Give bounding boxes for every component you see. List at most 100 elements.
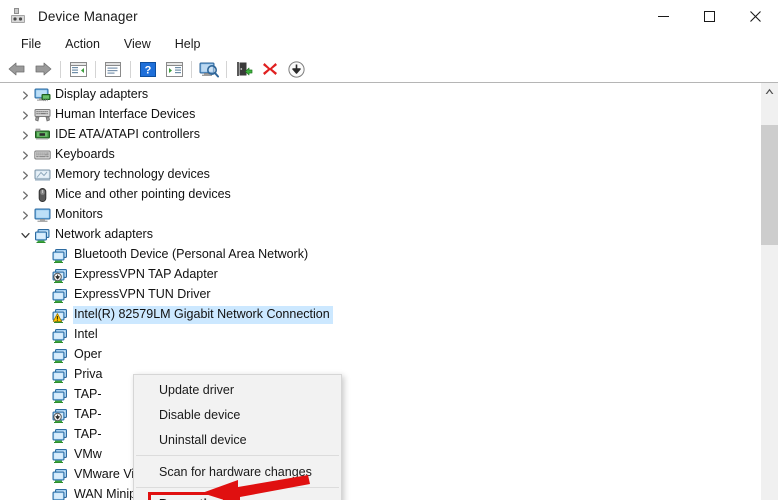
context-menu-disable-device[interactable]: Disable device [134,402,341,427]
tree-item[interactable]: ExpressVPN TAP Adapter [0,265,760,285]
tree-item[interactable]: ExpressVPN TUN Driver [0,285,760,305]
chevron-right-icon[interactable] [18,150,33,160]
toolbar-separator [95,60,96,78]
toolbar-separator [130,60,131,78]
tree-item-label: Display adapters [55,87,149,101]
vertical-scrollbar[interactable] [760,83,778,500]
tree-item[interactable]: Network adapters [0,225,760,245]
tree-item[interactable]: VMware Virtual Ethernet Adapter for VMne… [0,465,760,485]
tree-item-label: TAP- [74,387,102,401]
network-adapter-icon [51,347,69,364]
chevron-right-icon[interactable] [18,210,33,220]
tree-item[interactable]: IDE ATA/ATAPI controllers [0,125,760,145]
device-tree-pane[interactable]: Display adapters Human Interface Devices… [0,82,778,500]
tree-item[interactable]: Keyboards [0,145,760,165]
tree-item[interactable]: TAP- [0,425,760,445]
tree-item[interactable]: Display adapters [0,85,760,105]
network-adapter-disabled-icon [51,407,69,424]
tree-item[interactable]: Priva [0,365,760,385]
tree-item-label: Network adapters [55,227,153,241]
tree-item-label: TAP- [74,427,102,441]
tree-item[interactable]: VMw [0,445,760,465]
context-menu-scan-hardware-wrapper: Scan for hardware changes [134,459,341,484]
toolbar-back-button[interactable] [4,58,30,80]
device-manager-window: Device Manager File Action View Help ? D… [0,0,778,500]
tree-item-label: ExpressVPN TUN Driver [74,287,211,301]
context-menu-scan-hardware[interactable]: Scan for hardware changes [134,459,341,484]
tree-item[interactable]: Intel [0,325,760,345]
device-tree[interactable]: Display adapters Human Interface Devices… [0,85,760,500]
maximize-button[interactable] [686,0,732,32]
toolbar-separator [191,60,192,78]
scrollbar-thumb[interactable] [761,125,778,245]
toolbar-properties-button[interactable] [100,58,126,80]
chevron-right-icon[interactable] [18,90,33,100]
menu-bar: File Action View Help [0,33,778,56]
toolbar-scan-hardware-button[interactable] [196,58,222,80]
keyboard-icon [33,147,51,163]
tree-item-label: Oper [74,347,102,361]
toolbar-disable-device-button[interactable] [283,58,309,80]
toolbar-enable-device-button[interactable] [231,58,257,80]
title-bar: Device Manager [0,0,778,33]
tree-item[interactable]: TAP- [0,405,760,425]
forward-arrow-icon [34,61,52,77]
toolbar-help-button[interactable]: ? [135,58,161,80]
toolbar: ? [0,56,778,83]
tree-item[interactable]: Intel(R) 82579LM Gigabit Network Connect… [0,305,760,325]
context-menu-uninstall-device-wrapper: Uninstall device [134,427,341,452]
memory-device-icon [33,167,51,183]
close-button[interactable] [732,0,778,32]
help-icon: ? [140,61,156,77]
display-adapter-icon [33,87,51,103]
menu-action[interactable]: Action [54,35,111,54]
menu-file[interactable]: File [10,35,52,54]
chevron-right-icon[interactable] [18,190,33,200]
toolbar-console-tree-button[interactable] [65,58,91,80]
toolbar-forward-button[interactable] [30,58,56,80]
tree-item-label: Memory technology devices [55,167,210,181]
network-adapter-icon [51,287,69,304]
chevron-right-icon[interactable] [18,170,33,180]
tree-item[interactable]: Mice and other pointing devices [0,185,760,205]
tree-item[interactable]: WAN Miniport (IKEv2) [0,485,760,500]
scrollbar-down-arrow[interactable] [761,483,778,500]
context-menu-disable-device-wrapper: Disable device [134,402,341,427]
tree-item-label: Intel [74,327,98,341]
tree-item[interactable]: Bluetooth Device (Personal Area Network) [0,245,760,265]
tree-item[interactable]: TAP- [0,385,760,405]
network-adapter-icon [51,247,69,264]
toolbar-update-driver-button[interactable] [161,58,187,80]
tree-item[interactable]: Oper [0,345,760,365]
context-menu-properties-wrapper: Properties [134,491,341,500]
network-adapter-disabled-icon [51,267,69,284]
tree-item-label: Human Interface Devices [55,107,196,121]
context-menu-update-driver[interactable]: Update driver [134,377,341,402]
network-adapter-icon [51,427,69,444]
chevron-down-icon[interactable] [18,231,33,240]
chevron-right-icon[interactable] [18,130,33,140]
chevron-right-icon[interactable] [18,110,33,120]
tree-item[interactable]: Monitors [0,205,760,225]
toolbar-separator [60,60,61,78]
scrollbar-up-arrow[interactable] [761,83,778,100]
context-menu-properties[interactable]: Properties [134,491,341,500]
tree-item-label: Mice and other pointing devices [55,187,231,201]
tree-item-label: VMw [74,447,102,461]
monitor-icon [33,207,51,223]
menu-view[interactable]: View [113,35,162,54]
context-menu-uninstall-device[interactable]: Uninstall device [134,427,341,452]
properties-icon [105,61,121,77]
ide-controller-icon [33,127,51,143]
toolbar-uninstall-device-button[interactable] [257,58,283,80]
back-arrow-icon [8,61,26,77]
menu-help[interactable]: Help [164,35,212,54]
enable-device-icon [236,61,253,77]
minimize-button[interactable] [640,0,686,32]
context-menu[interactable]: Update driver Disable device Uninstall dev… [133,374,342,500]
svg-text:?: ? [145,64,152,76]
tree-item[interactable]: Human Interface Devices [0,105,760,125]
uninstall-device-icon [262,61,278,77]
network-adapter-icon [51,327,69,344]
tree-item[interactable]: Memory technology devices [0,165,760,185]
